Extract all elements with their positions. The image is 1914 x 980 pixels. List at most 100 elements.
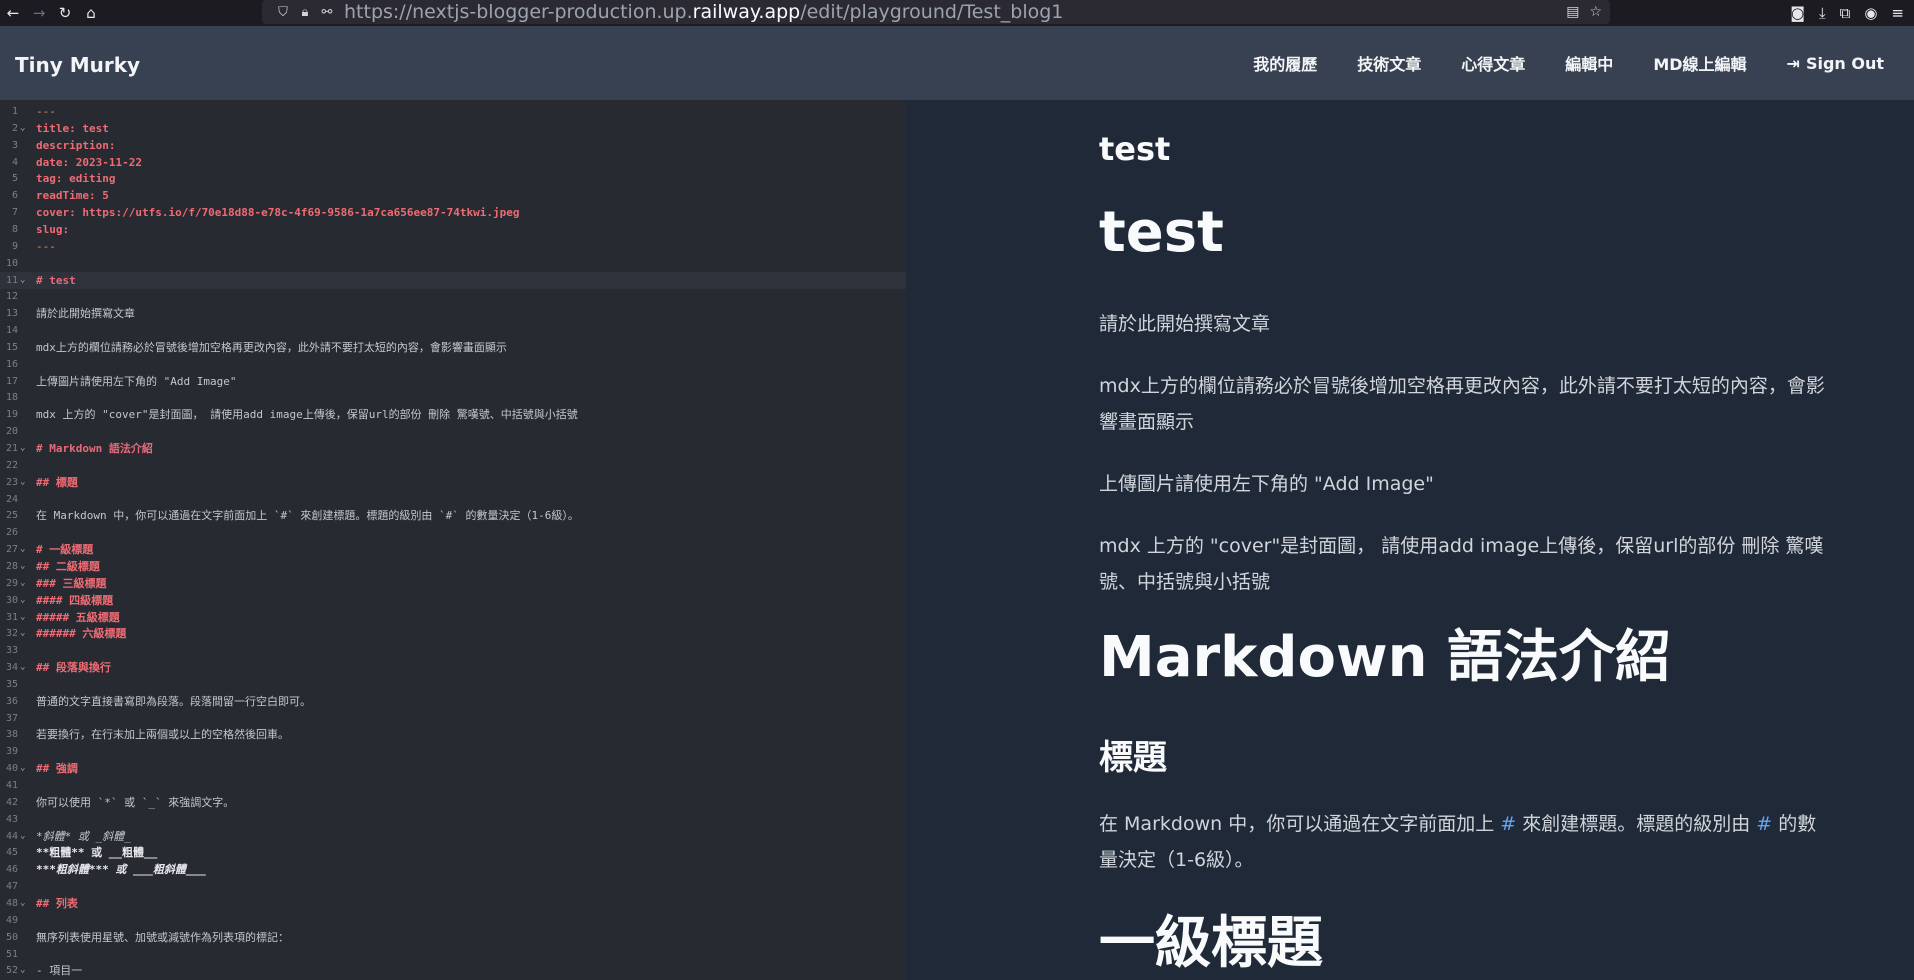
brand-logo[interactable]: Tiny Murky — [15, 53, 140, 77]
editor-line[interactable]: 6 readTime: 5 — [0, 187, 906, 204]
editor-line[interactable]: 41 — [0, 777, 906, 794]
editor-line[interactable]: 13 請於此開始撰寫文章 — [0, 305, 906, 322]
editor-line[interactable]: 30 ⌄ #### 四級標題 — [0, 592, 906, 609]
code-text: date: 2023-11-22 — [36, 155, 142, 169]
editor-line[interactable]: 37 — [0, 710, 906, 727]
editor-line[interactable]: 23 ⌄ ## 標題 — [0, 474, 906, 491]
fold-chevron-icon[interactable]: ⌄ — [20, 440, 30, 457]
fold-chevron-icon[interactable]: ⌄ — [20, 272, 30, 289]
forward-icon[interactable]: → — [26, 0, 52, 26]
editor-line[interactable]: 35 — [0, 676, 906, 693]
fold-chevron-icon[interactable]: ⌄ — [20, 474, 30, 491]
editor-line[interactable]: 8 slug: — [0, 221, 906, 238]
nav-link-editing[interactable]: 編輯中 — [1565, 51, 1613, 75]
reader-view-icon[interactable]: ▤ — [1566, 4, 1579, 20]
fold-chevron-icon[interactable]: ⌄ — [20, 575, 30, 592]
editor-line[interactable]: 2 ⌄ title: test — [0, 120, 906, 137]
code-text: --- — [36, 239, 56, 253]
code-text: ##### 五級標題 — [36, 610, 120, 624]
fold-chevron-icon[interactable]: ⌄ — [20, 828, 30, 845]
sign-out-button[interactable]: ⇥ Sign Out — [1787, 54, 1884, 73]
editor-line[interactable]: 25 在 Markdown 中，你可以通過在文字前面加上 `#` 來創建標題。標題… — [0, 507, 906, 524]
editor-line[interactable]: 40 ⌄ ## 強調 — [0, 760, 906, 777]
editor-line[interactable]: 26 — [0, 524, 906, 541]
nav-link-md-editor[interactable]: MD線上編輯 — [1653, 51, 1746, 75]
editor-line[interactable]: 21 ⌄ # Markdown 語法介紹 — [0, 440, 906, 457]
nav-link-resume[interactable]: 我的履歷 — [1253, 51, 1317, 75]
lock-icon[interactable]: 🔒︎ — [294, 5, 316, 20]
editor-line[interactable]: 36 普通的文字直接書寫即為段落。段落間留一行空白即可。 — [0, 693, 906, 710]
editor-line[interactable]: 46 ***粗斜體*** 或 ___粗斜體___ — [0, 861, 906, 878]
editor-line[interactable]: 12 — [0, 288, 906, 305]
home-icon[interactable]: ⌂ — [78, 0, 104, 26]
menu-icon[interactable]: ≡ — [1891, 4, 1904, 22]
editor-line[interactable]: 38 若要換行，在行末加上兩個或以上的空格然後回車。 — [0, 726, 906, 743]
editor-line[interactable]: 31 ⌄ ##### 五級標題 — [0, 609, 906, 626]
editor-line[interactable]: 34 ⌄ ## 段落與換行 — [0, 659, 906, 676]
account-icon[interactable]: ◉ — [1864, 4, 1877, 22]
editor-line[interactable]: 4 date: 2023-11-22 — [0, 154, 906, 171]
bookmark-star-icon[interactable]: ☆ — [1589, 4, 1602, 20]
editor-line[interactable]: 48 ⌄ ## 列表 — [0, 895, 906, 912]
editor-line[interactable]: 44 ⌄ *斜體* 或 _斜體_ — [0, 828, 906, 845]
editor-line[interactable]: 18 — [0, 389, 906, 406]
editor-line[interactable]: 28 ⌄ ## 二級標題 — [0, 558, 906, 575]
editor-line[interactable]: 5 tag: editing — [0, 170, 906, 187]
nav-link-thoughts[interactable]: 心得文章 — [1461, 51, 1525, 75]
editor-line[interactable]: 17 上傳圖片請使用左下角的 "Add Image" — [0, 373, 906, 390]
editor-line[interactable]: 19 mdx 上方的 "cover"是封面圖， 請使用add image上傳後，保… — [0, 406, 906, 423]
fold-chevron-icon[interactable]: ⌄ — [20, 962, 30, 979]
editor-line[interactable]: 14 — [0, 322, 906, 339]
sign-out-icon: ⇥ — [1786, 53, 1800, 73]
editor-line[interactable]: 50 無序列表使用星號、加號或減號作為列表項的標記： — [0, 929, 906, 946]
editor-line[interactable]: 29 ⌄ ### 三級標題 — [0, 575, 906, 592]
editor-line[interactable]: 24 — [0, 491, 906, 508]
url-text[interactable]: https://nextjs-blogger-production.up.rai… — [344, 1, 1063, 23]
editor-line[interactable]: 20 — [0, 423, 906, 440]
editor-line[interactable]: 45 **粗體** 或 __粗體__ — [0, 844, 906, 861]
editor-line[interactable]: 22 — [0, 457, 906, 474]
permissions-icon[interactable]: ⚯ — [316, 5, 338, 20]
editor-line[interactable]: 33 — [0, 642, 906, 659]
fold-chevron-icon[interactable]: ⌄ — [20, 592, 30, 609]
editor-line[interactable]: 43 — [0, 811, 906, 828]
editor-line[interactable]: 49 — [0, 912, 906, 929]
fold-chevron-icon[interactable]: ⌄ — [20, 120, 30, 137]
editor-line[interactable]: 51 — [0, 946, 906, 963]
reload-icon[interactable]: ↻ — [52, 0, 78, 26]
fold-chevron-icon[interactable]: ⌄ — [20, 541, 30, 558]
editor-line[interactable]: 3 description: — [0, 137, 906, 154]
address-bar[interactable]: ⛉ 🔒︎ ⚯ https://nextjs-blogger-production… — [262, 0, 1610, 24]
preview-h1-test: test — [1099, 200, 1224, 265]
pocket-icon[interactable]: ◙ — [1790, 4, 1805, 22]
fold-chevron-icon[interactable]: ⌄ — [20, 625, 30, 642]
editor-line[interactable]: 15 mdx上方的欄位請務必於冒號後增加空格再更改內容，此外請不要打太短的內容，會… — [0, 339, 906, 356]
line-number: 33 — [5, 645, 18, 657]
line-number: 49 — [5, 914, 18, 926]
editor-line[interactable]: 10 — [0, 255, 906, 272]
editor-line[interactable]: 9 --- — [0, 238, 906, 255]
fold-chevron-icon[interactable]: ⌄ — [20, 609, 30, 626]
editor-line[interactable]: 39 — [0, 743, 906, 760]
editor-line[interactable]: 11 ⌄ # test — [0, 271, 906, 289]
back-icon[interactable]: ← — [0, 0, 26, 26]
fold-chevron-icon[interactable]: ⌄ — [20, 895, 30, 912]
nav-link-tech-articles[interactable]: 技術文章 — [1357, 51, 1421, 75]
editor-line[interactable]: 7 cover: https://utfs.io/f/70e18d88-e78c-… — [0, 204, 906, 221]
downloads-icon[interactable]: ⤓ — [1819, 4, 1826, 22]
editor-line[interactable]: 1 --- — [0, 103, 906, 120]
editor-line[interactable]: 52 ⌄ - 項目一 — [0, 962, 906, 979]
editor-line[interactable]: 42 你可以使用 `*` 或 `_` 來強調文字。 — [0, 794, 906, 811]
editor-line[interactable]: 32 ⌄ ###### 六級標題 — [0, 625, 906, 642]
markdown-editor[interactable]: 1 --- 2 ⌄ title: test 3 description: 4 date: 202… — [0, 100, 906, 980]
fold-chevron-icon[interactable]: ⌄ — [20, 558, 30, 575]
extensions-icon[interactable]: ⧉ — [1840, 4, 1851, 22]
fold-chevron-icon[interactable]: ⌄ — [20, 659, 30, 676]
preview-paragraph-3: 上傳圖片請使用左下角的 "Add Image" — [1099, 473, 1434, 495]
editor-line[interactable]: 27 ⌄ # 一級標題 — [0, 541, 906, 558]
shield-icon[interactable]: ⛉ — [272, 5, 294, 20]
editor-line[interactable]: 47 — [0, 878, 906, 895]
app-navbar: Tiny Murky 我的履歷 技術文章 心得文章 編輯中 MD線上編輯 ⇥ S… — [0, 26, 1914, 100]
editor-line[interactable]: 16 — [0, 356, 906, 373]
fold-chevron-icon[interactable]: ⌄ — [20, 760, 30, 777]
